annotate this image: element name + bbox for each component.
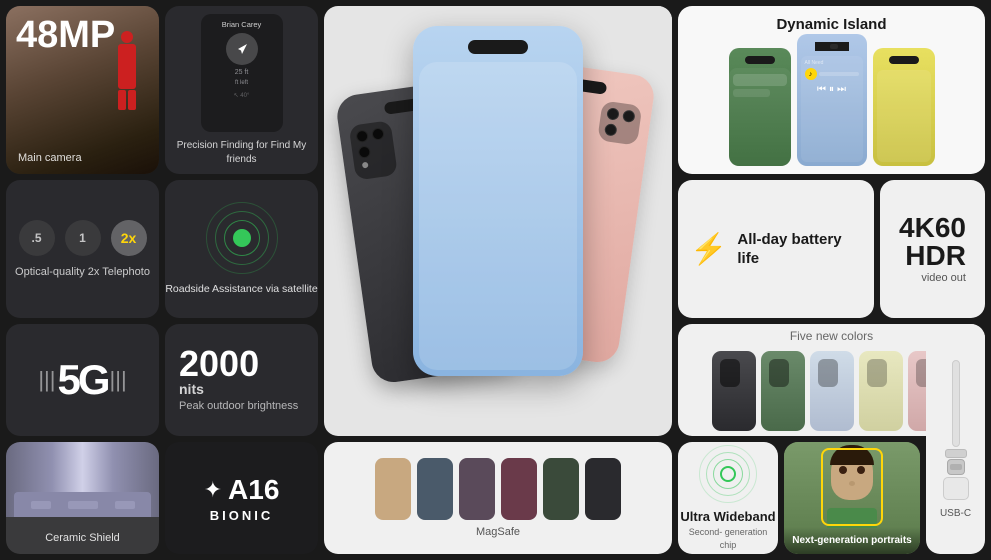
wideband-title: Ultra Wideband: [680, 509, 775, 525]
nits-unit: nits: [179, 382, 204, 396]
card-nits: 2000 nits Peak outdoor brightness: [165, 324, 318, 436]
card-usbc: USB-C: [926, 324, 985, 554]
battery-icon: ⚡: [690, 232, 727, 267]
wideband-sub2: generation: [725, 527, 768, 537]
card-battery: ⚡ All-day battery life: [678, 180, 874, 318]
4k-line1: 4K60: [899, 214, 966, 242]
colors-title: Five new colors: [790, 329, 873, 343]
nits-label: Peak outdoor brightness: [179, 399, 298, 414]
wideband-sub3: chip: [720, 540, 737, 550]
4k-line3: video out: [899, 272, 966, 284]
card-roadside: Roadside Assistance via satellite: [165, 180, 318, 318]
card-magsafe: MagSafe: [324, 442, 672, 554]
mp-label: 48MP: [16, 16, 115, 54]
card-portraits: Next-generation portraits: [784, 442, 920, 554]
card-48mp: 48MP Main camera: [6, 6, 159, 174]
dynamic-island-title: Dynamic Island: [678, 16, 985, 33]
a16-title: A16: [228, 474, 279, 506]
4k-line2: HDR: [899, 242, 966, 270]
nits-number: 2000: [179, 346, 259, 382]
a16-subtitle: BIONIC: [210, 508, 274, 523]
portraits-label: Next-generation portraits: [792, 535, 912, 546]
distance-value: 25 ft: [205, 68, 279, 79]
contact-name: Brian Carey: [205, 20, 279, 29]
usbc-label: USB-C: [940, 508, 971, 519]
a16-star: ✦: [204, 477, 222, 503]
card-ultra-wideband: Ultra Wideband Second- generation chip: [678, 442, 778, 554]
camera-label: Main camera: [18, 152, 82, 164]
card-precision: Brian Carey 25 ft ft left ↖ 40° Precisio…: [165, 6, 318, 174]
telephoto-label: Optical-quality 2x Telephoto: [15, 266, 150, 278]
card-center-phones: [324, 6, 672, 436]
battery-text: All-day battery life: [737, 230, 862, 269]
magsafe-label: MagSafe: [476, 526, 520, 538]
card-a16-bionic: ✦ A16 BIONIC: [165, 442, 318, 554]
card-ceramic-shield: Ceramic Shield: [6, 442, 159, 554]
roadside-label: Roadside Assistance via satellite: [165, 282, 317, 297]
wideband-sub1: Second-: [689, 527, 723, 537]
precision-label: Precision Finding for Find My friends: [173, 139, 310, 166]
card-dynamic-island: Dynamic Island All Need ♪: [678, 6, 985, 174]
card-4k-hdr: 4K60 HDR video out: [880, 180, 985, 318]
ceramic-label: Ceramic Shield: [45, 532, 120, 544]
card-5g: ||| 5G |||: [6, 324, 159, 436]
card-telephoto: .5 1 2x Optical-quality 2x Telephoto: [6, 180, 159, 318]
